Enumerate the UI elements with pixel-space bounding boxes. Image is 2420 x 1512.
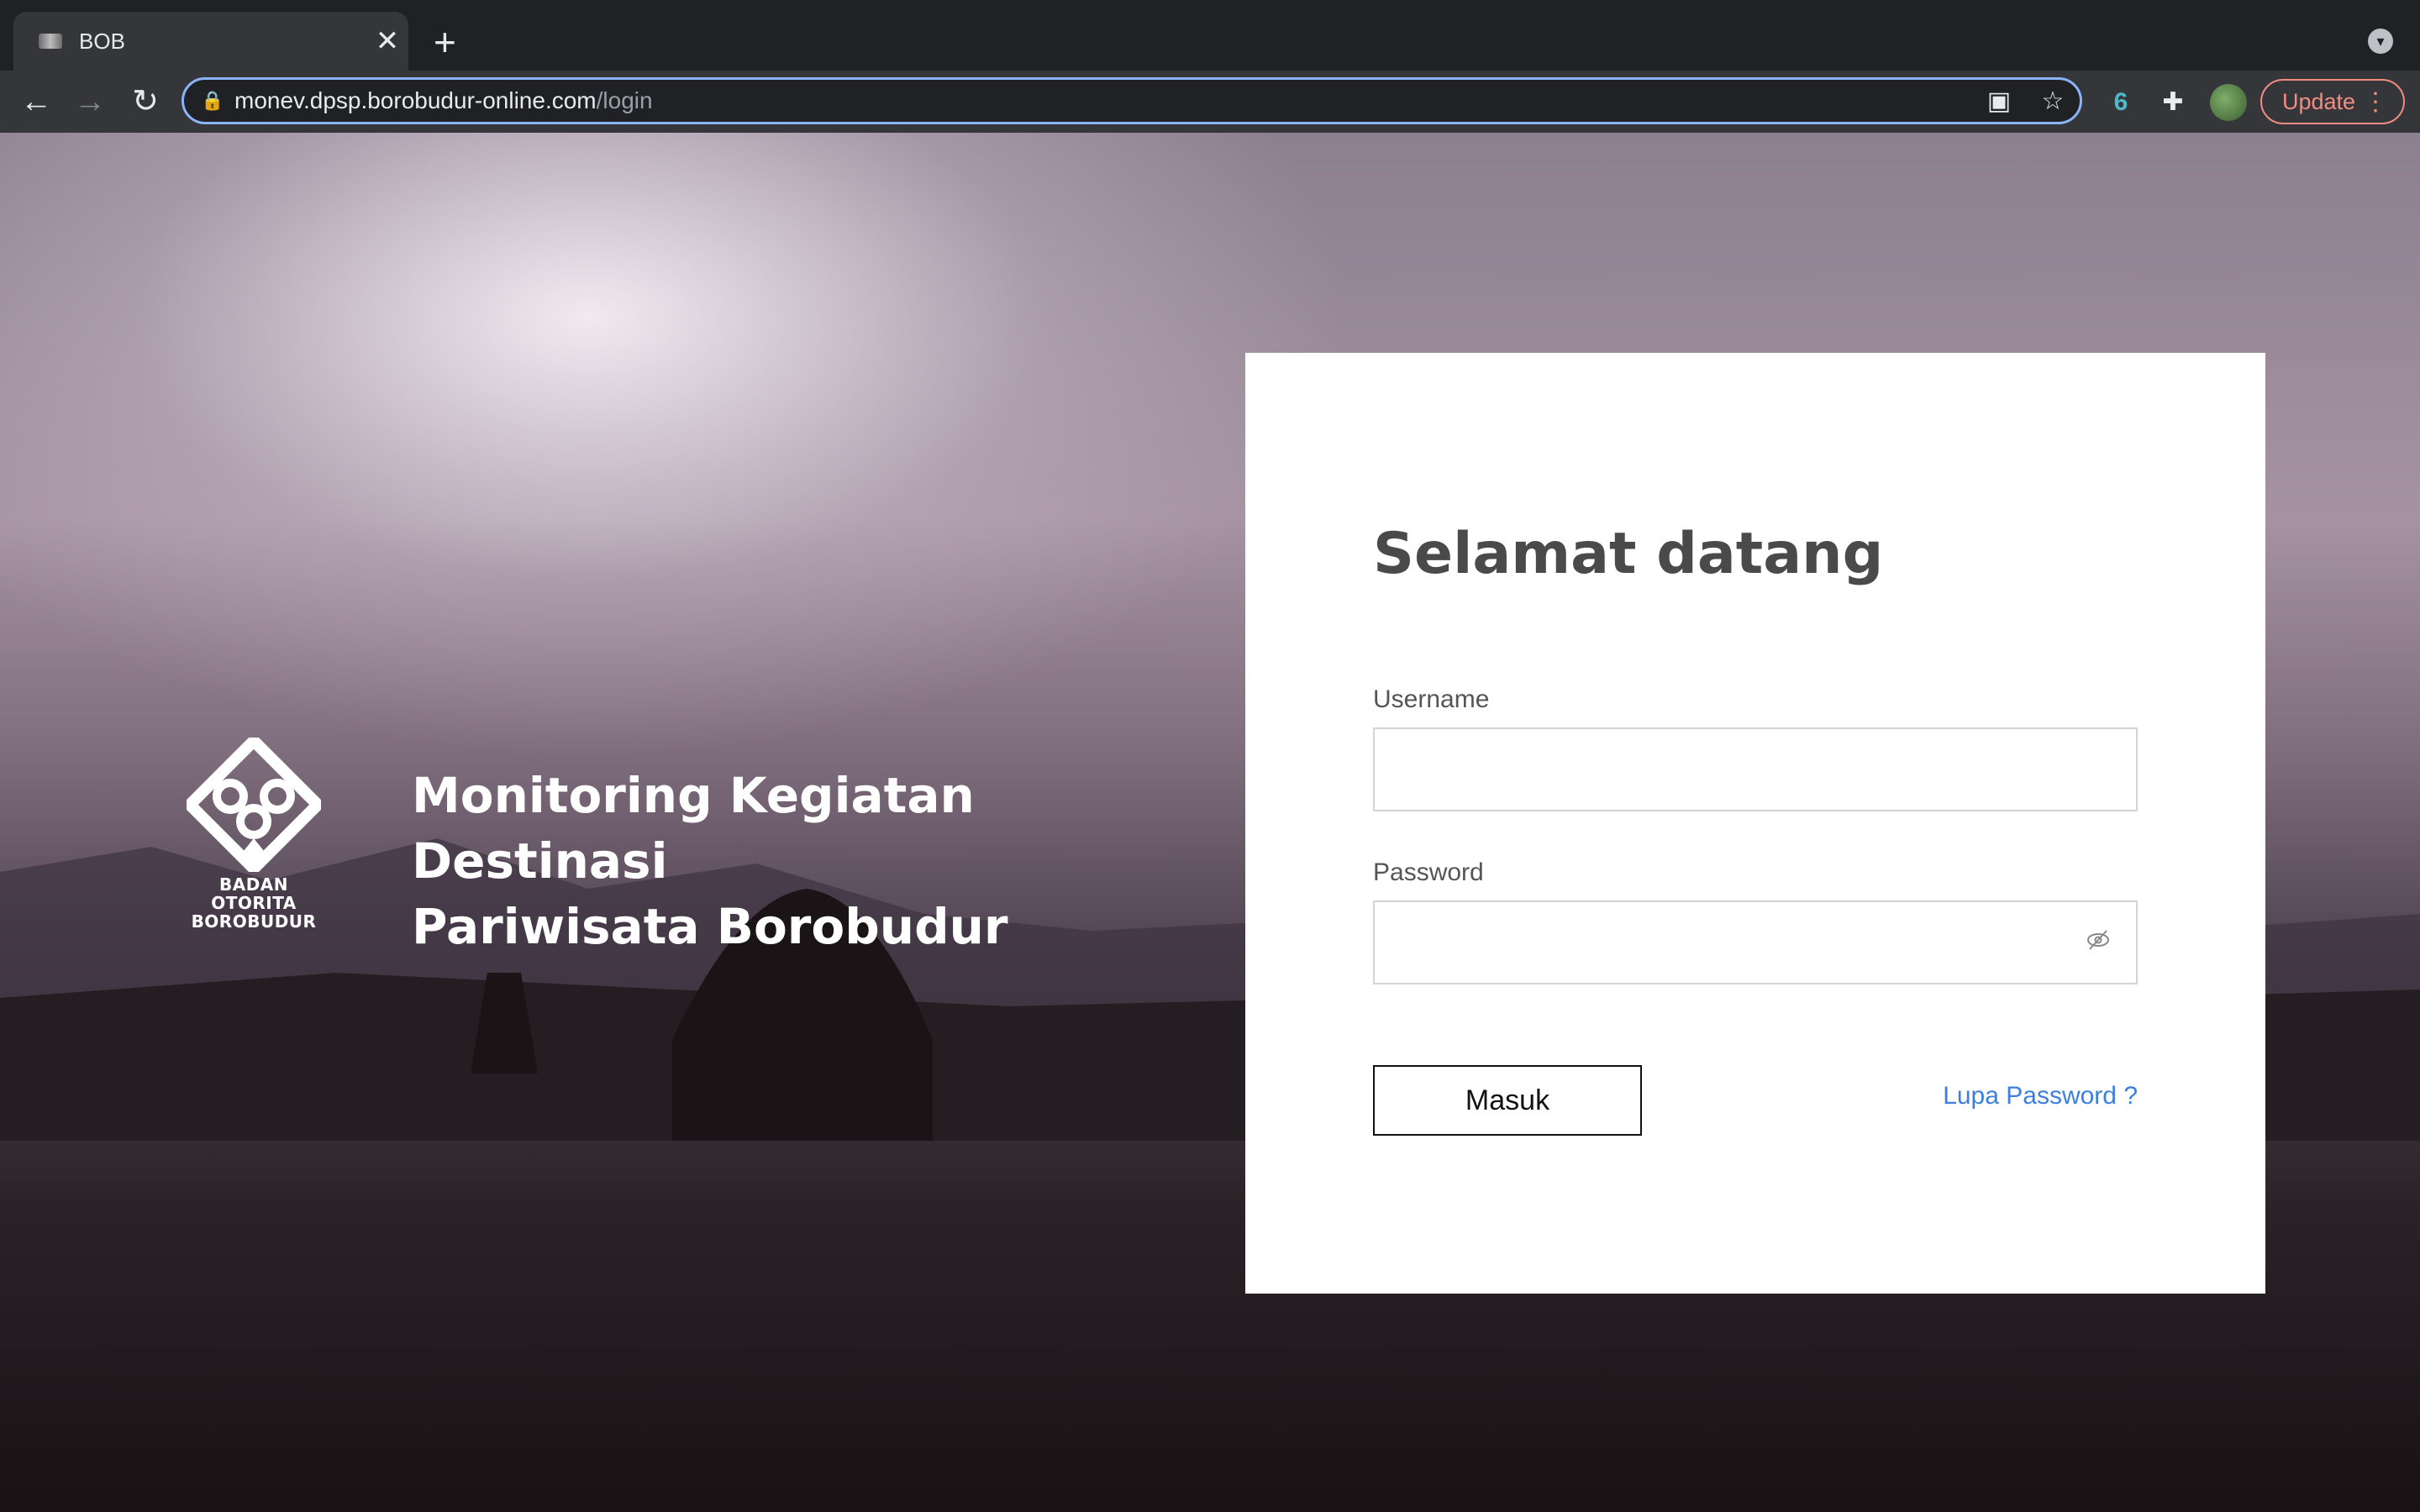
update-button[interactable]: Update ⋮ [2260, 79, 2405, 124]
hero-section: BADAN OTORITA BOROBUDUR Monitoring Kegia… [183, 738, 1168, 959]
logo-caption-line1: BADAN OTORITA [211, 874, 297, 913]
username-field[interactable] [1373, 727, 2138, 811]
hero-title: Monitoring Kegiatan Destinasi Pariwisata… [412, 763, 1168, 959]
tab-search-icon[interactable]: ▾ [2368, 29, 2393, 54]
url-path: /login [596, 87, 653, 113]
reload-icon[interactable]: ↻ [124, 81, 166, 123]
update-label: Update [2282, 88, 2356, 114]
new-tab-icon[interactable]: + [434, 17, 456, 67]
url-host: monev.dpsp.borobudur-online.com [234, 87, 597, 113]
tab-strip: BOB ✕ + ▾ [0, 0, 2420, 71]
extension-6-icon[interactable]: 6 [2102, 84, 2139, 121]
logo-caption: BADAN OTORITA BOROBUDUR [183, 875, 324, 931]
badan-otorita-logo: BADAN OTORITA BOROBUDUR [183, 738, 324, 931]
username-label: Username [1373, 685, 1490, 713]
hero-title-line2: Pariwisata Borobudur [412, 898, 1008, 955]
qr-code-icon[interactable]: ▣ [1972, 87, 2026, 116]
back-icon[interactable]: ← [15, 81, 57, 123]
login-page: BADAN OTORITA BOROBUDUR Monitoring Kegia… [0, 133, 2420, 1512]
star-icon[interactable]: ☆ [2026, 87, 2080, 116]
tab-title: BOB [79, 28, 125, 54]
address-bar[interactable]: 🔒 monev.dpsp.borobudur-online.com/login … [182, 77, 2082, 124]
eye-slash-icon[interactable] [2086, 927, 2111, 959]
avatar[interactable] [2210, 84, 2247, 121]
logo-emblem-icon [187, 738, 321, 872]
url-text[interactable]: monev.dpsp.borobudur-online.com/login [234, 87, 1972, 114]
close-tab-icon[interactable]: ✕ [366, 24, 408, 58]
forward-icon[interactable]: → [69, 81, 111, 123]
browser-tab[interactable]: BOB ✕ [13, 12, 408, 71]
forgot-password-link[interactable]: Lupa Password ? [1943, 1082, 2138, 1110]
hero-title-line1: Monitoring Kegiatan Destinasi [412, 767, 975, 890]
login-card: Selamat datang Username Password Masuk L… [1245, 353, 2265, 1294]
menu-dots-icon[interactable]: ⋮ [2363, 87, 2388, 117]
browser-toolbar: ← → ↻ 🔒 monev.dpsp.borobudur-online.com/… [0, 71, 2420, 133]
login-button[interactable]: Masuk [1373, 1065, 1642, 1136]
puzzle-icon[interactable]: ✚ [2154, 84, 2191, 121]
favicon-icon [39, 34, 62, 49]
welcome-heading: Selamat datang [1373, 521, 1884, 587]
lock-icon[interactable]: 🔒 [201, 90, 234, 112]
password-field[interactable] [1373, 900, 2138, 984]
password-label: Password [1373, 858, 1484, 886]
logo-caption-line2: BOROBUDUR [191, 911, 317, 932]
